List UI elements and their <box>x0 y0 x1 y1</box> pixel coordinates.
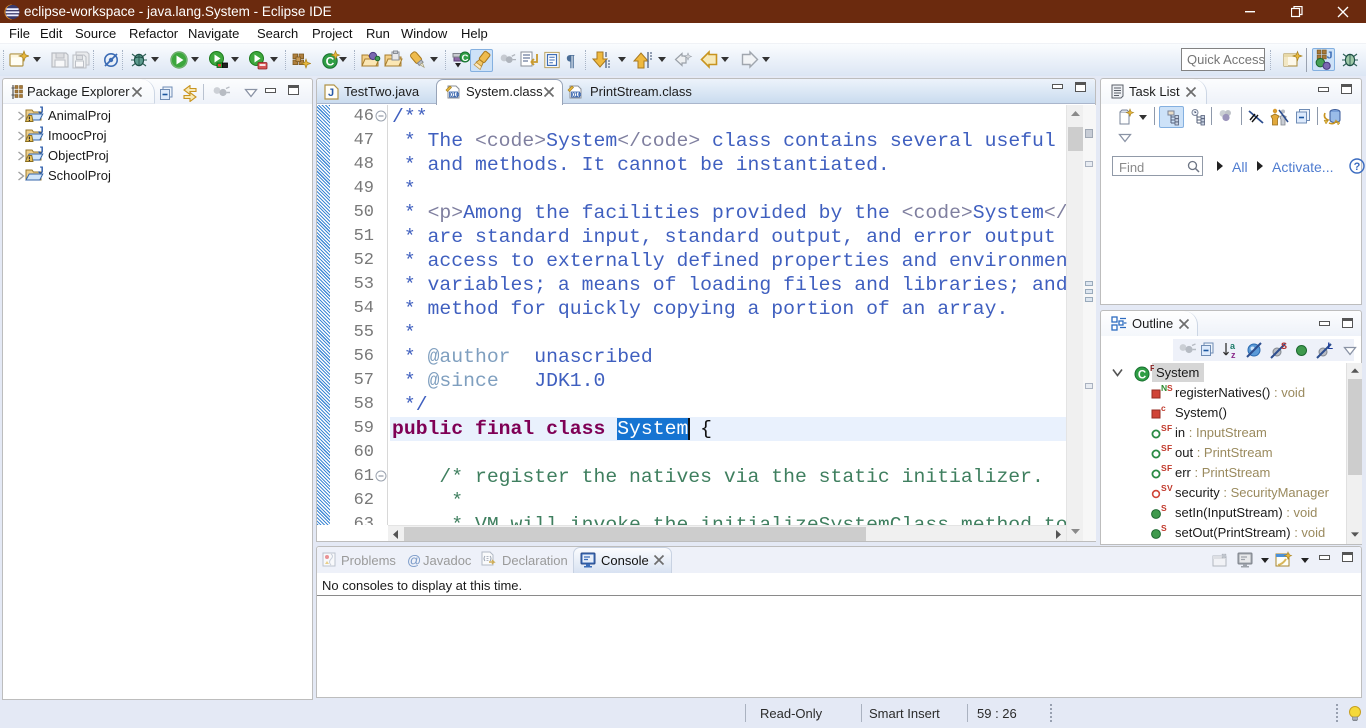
svg-text:010: 010 <box>572 93 581 99</box>
svg-text:J: J <box>328 87 334 99</box>
svg-text:z: z <box>1231 350 1236 359</box>
svg-text:L: L <box>1328 341 1334 351</box>
svg-text:F: F <box>1167 424 1172 433</box>
svg-text:F: F <box>1150 364 1154 373</box>
svg-text:S: S <box>1161 504 1167 513</box>
svg-text:J: J <box>1327 49 1333 61</box>
svg-text:F: F <box>1167 444 1172 453</box>
svg-text:C: C <box>462 53 469 64</box>
svg-text:F: F <box>1167 464 1172 473</box>
svg-text:J: J <box>38 126 44 137</box>
svg-text:S: S <box>1167 384 1173 393</box>
svg-text:010: 010 <box>450 93 459 99</box>
svg-text:J: J <box>38 166 44 177</box>
svg-text:?: ? <box>1354 161 1361 173</box>
svg-text:S: S <box>1161 524 1167 533</box>
svg-text:C: C <box>1138 370 1146 382</box>
svg-text:J: J <box>38 106 44 117</box>
svg-text:c: c <box>1161 404 1166 413</box>
svg-text:J: J <box>38 146 44 157</box>
svg-text:V: V <box>1167 484 1173 493</box>
svg-text:¶: ¶ <box>566 51 575 69</box>
svg-text:S: S <box>1281 341 1287 351</box>
svg-text:C: C <box>326 55 335 69</box>
